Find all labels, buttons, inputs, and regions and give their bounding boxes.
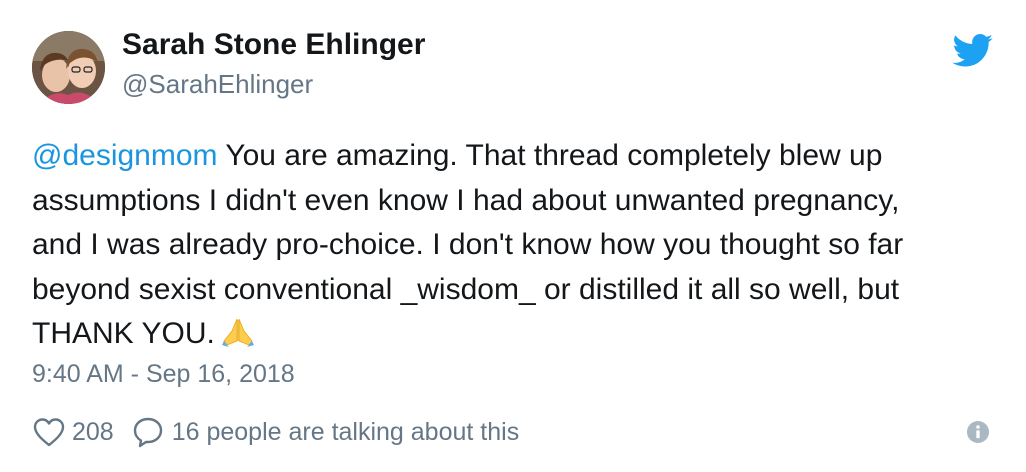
tweet-text-line: beyond sexist conventional _wisdom_ or d…: [32, 272, 900, 306]
avatar[interactable]: [32, 31, 105, 104]
tweet-text-segment: THANK YOU.: [32, 317, 215, 350]
replies-label: 16 people are talking about this: [171, 417, 520, 446]
heart-icon: [33, 418, 65, 447]
twitter-bird-icon[interactable]: [952, 34, 994, 68]
tweet-text-line: THANK YOU.: [32, 312, 992, 357]
speech-bubble-icon: [133, 417, 162, 448]
tweet-text-line: assumptions I didn't even know I had abo…: [32, 183, 900, 217]
reply-button[interactable]: 16 people are talking about this: [132, 416, 519, 448]
author-name[interactable]: Sarah Stone Ehlinger: [122, 28, 425, 62]
info-icon[interactable]: [967, 421, 989, 443]
like-button[interactable]: 208: [32, 417, 114, 447]
tweet-text-segment: You are amazing. That thread completely …: [217, 139, 883, 172]
folded-hands-emoji-icon: [221, 318, 254, 347]
tweet-text-line: @designmom You are amazing. That thread …: [32, 134, 992, 179]
author-handle[interactable]: @SarahEhlinger: [122, 69, 313, 100]
tweet-card: Sarah Stone Ehlinger @SarahEhlinger @des…: [0, 0, 1026, 472]
tweet-text-line: and I was already pro-choice. I don't kn…: [32, 228, 904, 261]
like-count: 208: [72, 417, 114, 446]
tweet-timestamp[interactable]: 9:40 AM - Sep 16, 2018: [32, 360, 295, 389]
tweet-actions: 208 16 people are talking about this: [32, 414, 519, 450]
tweet-text: @designmom You are amazing. That thread …: [32, 134, 992, 357]
mention-link[interactable]: @designmom: [32, 139, 218, 172]
